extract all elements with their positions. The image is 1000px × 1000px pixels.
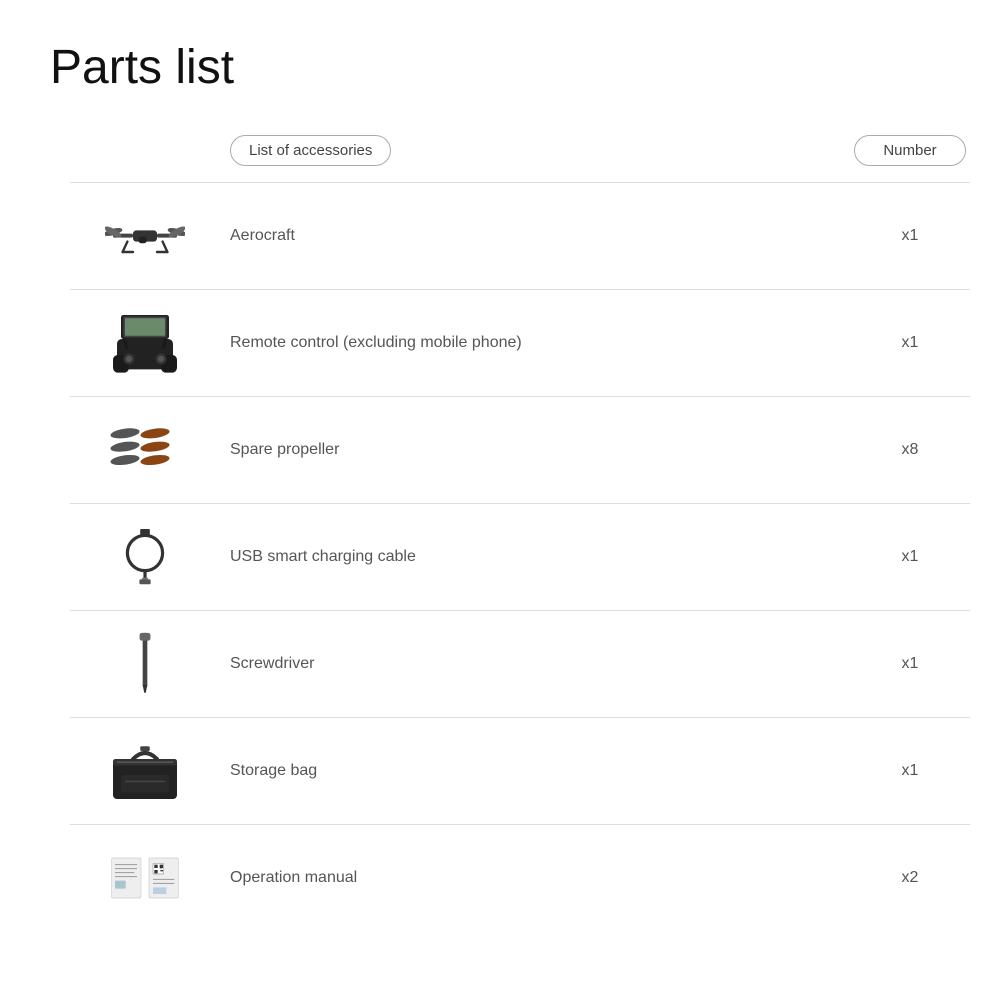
usb-icon [105, 522, 185, 592]
item-count-bag: x1 [850, 762, 970, 780]
drone-icon [105, 201, 185, 271]
screwdriver-icon [105, 629, 185, 699]
item-name-bag: Storage bag [220, 762, 850, 780]
item-count-remote: x1 [850, 334, 970, 352]
header-number: Number [850, 135, 970, 166]
remote-image [70, 308, 220, 378]
table-row: Storage bag x1 [70, 717, 970, 824]
table-row: Remote control (excluding mobile phone) … [70, 289, 970, 396]
page-title: Parts list [50, 40, 950, 95]
table-row: Operation manual x2 [70, 824, 970, 931]
item-name-propeller: Spare propeller [220, 441, 850, 459]
parts-table: List of accessories Number [70, 135, 970, 931]
table-row: Aerocraft x1 [70, 182, 970, 289]
usb-image [70, 522, 220, 592]
table-header: List of accessories Number [230, 135, 970, 182]
bag-icon [105, 736, 185, 806]
item-count-aerocraft: x1 [850, 227, 970, 245]
propeller-image [70, 415, 220, 485]
manual-icon [105, 843, 185, 913]
screwdriver-image [70, 629, 220, 699]
item-name-aerocraft: Aerocraft [220, 227, 850, 245]
table-row: Screwdriver x1 [70, 610, 970, 717]
number-label: Number [854, 135, 965, 166]
aerocraft-image [70, 201, 220, 271]
table-row: USB smart charging cable x1 [70, 503, 970, 610]
remote-icon [105, 308, 185, 378]
item-count-usb: x1 [850, 548, 970, 566]
propeller-icon [105, 415, 185, 485]
item-name-manual: Operation manual [220, 869, 850, 887]
header-accessories: List of accessories [230, 135, 850, 166]
item-count-screwdriver: x1 [850, 655, 970, 673]
bag-image [70, 736, 220, 806]
table-row: Spare propeller x8 [70, 396, 970, 503]
accessories-label: List of accessories [230, 135, 391, 166]
item-name-usb: USB smart charging cable [220, 548, 850, 566]
item-count-propeller: x8 [850, 441, 970, 459]
item-count-manual: x2 [850, 869, 970, 887]
manual-image [70, 843, 220, 913]
item-name-remote: Remote control (excluding mobile phone) [220, 334, 850, 352]
item-name-screwdriver: Screwdriver [220, 655, 850, 673]
